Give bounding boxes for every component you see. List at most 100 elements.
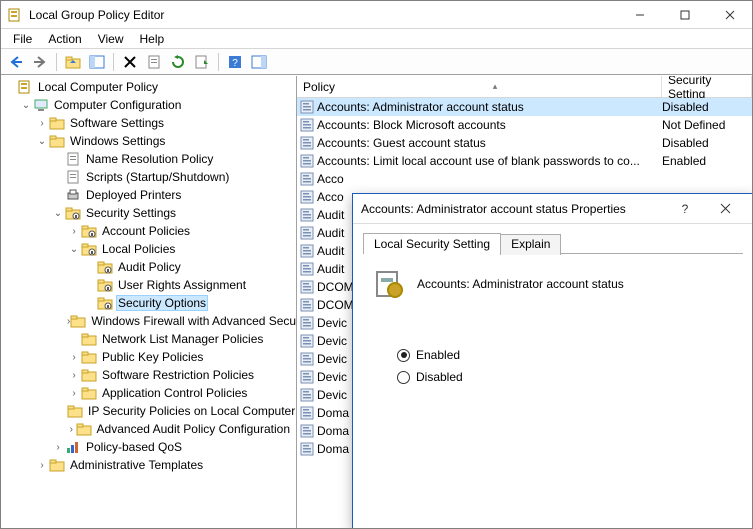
tree-pane[interactable]: Local Computer Policy ⌄Computer Configur… <box>1 76 297 528</box>
folder-icon <box>70 313 86 329</box>
tree-windows-settings[interactable]: ⌄Windows Settings <box>35 132 296 150</box>
properties-icon[interactable] <box>143 51 165 73</box>
tree-user-rights[interactable]: User Rights Assignment <box>83 276 296 294</box>
toolbar: ? <box>1 49 752 75</box>
policy-icon <box>299 225 315 241</box>
scroll-icon <box>65 151 81 167</box>
radio-disabled[interactable] <box>397 371 410 384</box>
list-header: Policy▴ Security Setting <box>297 76 752 98</box>
expand-icon[interactable]: › <box>35 458 49 472</box>
tree-computer-config[interactable]: ⌄Computer Configuration <box>19 96 296 114</box>
close-button[interactable] <box>707 1 752 29</box>
tree-acp[interactable]: ›Application Control Policies <box>67 384 296 402</box>
up-folder-icon[interactable] <box>62 51 84 73</box>
minimize-button[interactable] <box>617 1 662 29</box>
tree-ipsec[interactable]: IP Security Policies on Local Computer <box>67 402 296 420</box>
folder-icon <box>81 367 97 383</box>
tree-local-policies[interactable]: ⌄Local Policies <box>67 240 296 258</box>
policy-name: Accounts: Block Microsoft accounts <box>317 118 662 132</box>
tree-scripts[interactable]: Scripts (Startup/Shutdown) <box>51 168 296 186</box>
tree-name-resolution[interactable]: Name Resolution Policy <box>51 150 296 168</box>
tree-deployed-printers[interactable]: Deployed Printers <box>51 186 296 204</box>
dialog-policy-name: Accounts: Administrator account status <box>417 277 624 291</box>
tree-software-settings[interactable]: ›Software Settings <box>35 114 296 132</box>
list-row[interactable]: Accounts: Administrator account statusDi… <box>297 98 752 116</box>
policy-setting: Disabled <box>662 100 752 114</box>
radio-enabled-label: Enabled <box>416 348 460 362</box>
dialog-body: Local Security Setting Explain Accounts:… <box>353 224 753 529</box>
radio-enabled[interactable] <box>397 349 410 362</box>
radio-disabled-row[interactable]: Disabled <box>397 370 733 384</box>
list-row[interactable]: Accounts: Limit local account use of bla… <box>297 152 752 170</box>
dialog-tabs: Local Security Setting Explain <box>363 232 743 254</box>
policy-icon <box>299 171 315 187</box>
tree-audit-policy[interactable]: Audit Policy <box>83 258 296 276</box>
folder-lock-icon <box>97 277 113 293</box>
tree-nlm[interactable]: Network List Manager Policies <box>67 330 296 348</box>
column-security-setting[interactable]: Security Setting <box>662 76 752 97</box>
svg-text:?: ? <box>232 58 238 69</box>
folder-icon <box>81 349 97 365</box>
expand-icon[interactable]: › <box>67 422 76 436</box>
list-row[interactable]: Accounts: Block Microsoft accountsNot De… <box>297 116 752 134</box>
expand-icon[interactable]: › <box>67 368 81 382</box>
tab-explain[interactable]: Explain <box>500 234 561 255</box>
dialog-help-button[interactable]: ? <box>665 194 705 224</box>
menu-view[interactable]: View <box>90 30 132 48</box>
tree-root[interactable]: Local Computer Policy <box>3 78 296 96</box>
expand-icon[interactable]: › <box>67 224 81 238</box>
radio-disabled-label: Disabled <box>416 370 463 384</box>
delete-icon[interactable] <box>119 51 141 73</box>
dialog-title: Accounts: Administrator account status P… <box>361 202 665 216</box>
expand-icon[interactable]: › <box>35 116 49 130</box>
tree-pki[interactable]: ›Public Key Policies <box>67 348 296 366</box>
tree-qos[interactable]: ›Policy-based QoS <box>51 438 296 456</box>
folder-lock-icon <box>81 241 97 257</box>
menu-help[interactable]: Help <box>132 30 173 48</box>
menu-action[interactable]: Action <box>40 30 89 48</box>
help-icon[interactable]: ? <box>224 51 246 73</box>
tree-security-settings[interactable]: ⌄Security Settings <box>51 204 296 222</box>
tree-windows-firewall[interactable]: ›Windows Firewall with Advanced Security <box>67 312 296 330</box>
list-row[interactable]: Acco <box>297 170 752 188</box>
tree-adv-audit[interactable]: ›Advanced Audit Policy Configuration <box>67 420 296 438</box>
policy-name: Accounts: Limit local account use of bla… <box>317 154 662 168</box>
policy-icon <box>299 117 315 133</box>
policy-name: Accounts: Guest account status <box>317 136 662 150</box>
menubar: File Action View Help <box>1 29 752 49</box>
computer-icon <box>33 97 49 113</box>
tree-admin-templates[interactable]: ›Administrative Templates <box>35 456 296 474</box>
policy-icon <box>299 441 315 457</box>
column-policy[interactable]: Policy▴ <box>297 76 662 97</box>
tab-local-security-setting[interactable]: Local Security Setting <box>363 233 501 254</box>
expand-icon[interactable]: › <box>67 386 81 400</box>
expand-icon[interactable]: › <box>67 350 81 364</box>
tree-srp[interactable]: ›Software Restriction Policies <box>67 366 296 384</box>
collapse-icon[interactable]: ⌄ <box>19 98 33 112</box>
tree-security-options[interactable]: Security Options <box>83 294 296 312</box>
collapse-icon[interactable]: ⌄ <box>67 242 81 256</box>
show-hide-action-icon[interactable] <box>248 51 270 73</box>
forward-arrow-icon[interactable] <box>29 51 51 73</box>
expand-icon[interactable]: › <box>51 440 65 454</box>
back-arrow-icon[interactable] <box>5 51 27 73</box>
policy-icon <box>299 387 315 403</box>
collapse-icon[interactable]: ⌄ <box>51 206 65 220</box>
scroll-icon <box>65 169 81 185</box>
list-row[interactable]: Accounts: Guest account statusDisabled <box>297 134 752 152</box>
radio-enabled-row[interactable]: Enabled <box>397 348 733 362</box>
policy-icon <box>299 351 315 367</box>
policy-name: Accounts: Administrator account status <box>317 100 662 114</box>
main-window: Local Group Policy Editor File Action Vi… <box>0 0 753 529</box>
show-hide-tree-icon[interactable] <box>86 51 108 73</box>
refresh-icon[interactable] <box>167 51 189 73</box>
gpedit-icon <box>17 79 33 95</box>
titlebar: Local Group Policy Editor <box>1 1 752 29</box>
menu-file[interactable]: File <box>5 30 40 48</box>
tree-account-policies[interactable]: ›Account Policies <box>67 222 296 240</box>
maximize-button[interactable] <box>662 1 707 29</box>
folder-icon <box>81 385 97 401</box>
collapse-icon[interactable]: ⌄ <box>35 134 49 148</box>
export-icon[interactable] <box>191 51 213 73</box>
dialog-close-button[interactable] <box>705 194 745 224</box>
